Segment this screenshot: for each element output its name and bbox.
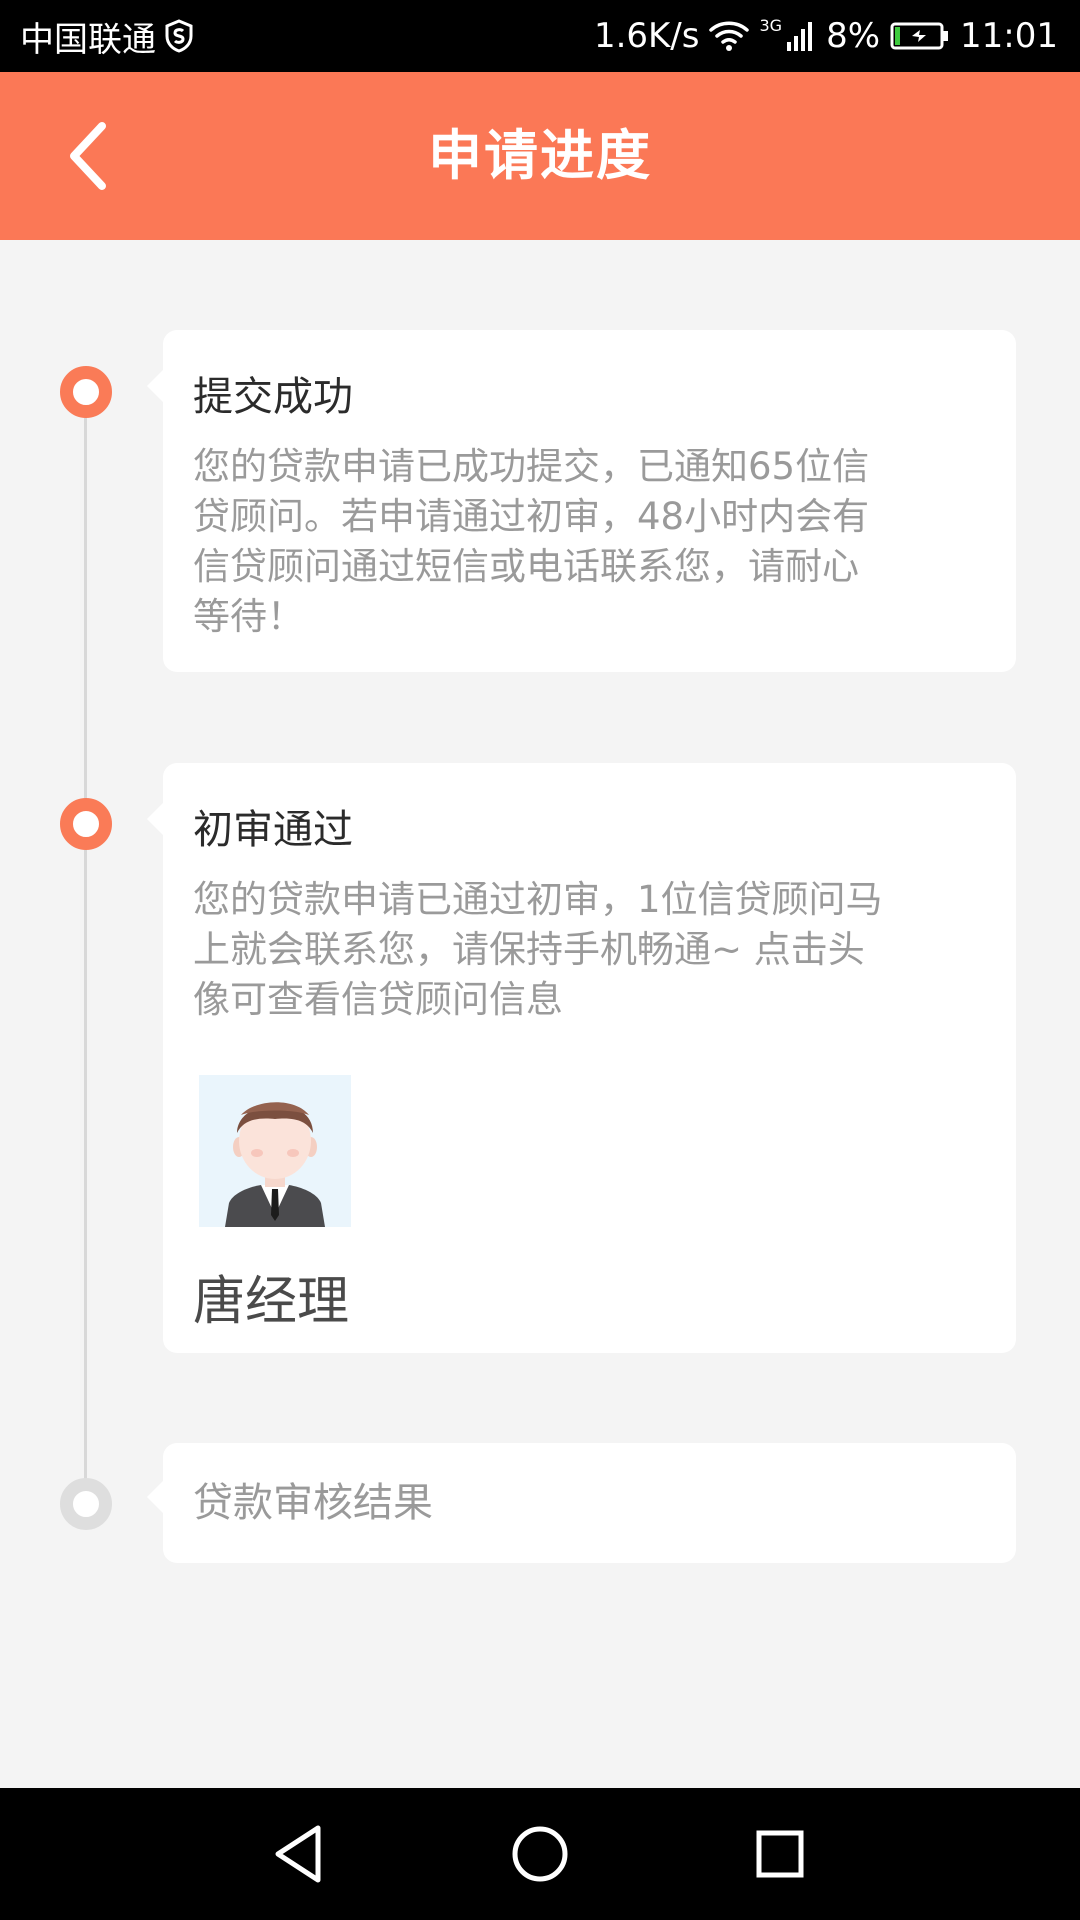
battery-charging-icon xyxy=(890,22,949,50)
shield-s-icon xyxy=(165,19,193,53)
advisor-avatar[interactable] xyxy=(199,1075,351,1227)
circle-home-icon xyxy=(512,1826,568,1882)
step-description-line: 等待！ xyxy=(193,595,304,638)
carrier-name: 中国联通 xyxy=(20,19,156,60)
step-marker-submitted xyxy=(60,366,112,418)
app-header: 申请进度 xyxy=(0,72,1080,240)
step-description: 您的贷款申请已通过初审，1位信贷顾问马 上就会联系您，请保持手机畅通~ 点击头 … xyxy=(193,875,983,1025)
system-nav-bar xyxy=(0,1788,1080,1920)
clock: 11:01 xyxy=(960,16,1058,56)
advisor-name[interactable]: 唐经理 xyxy=(193,1259,349,1334)
step-description-line: 您的贷款申请已成功提交，已通知65位信 xyxy=(193,445,870,488)
square-recents-icon xyxy=(756,1830,804,1878)
status-right: 1.6K/s 3G 8% 11:01 xyxy=(594,0,1058,72)
step-description-line: 您的贷款申请已通过初审，1位信贷顾问马 xyxy=(193,878,883,921)
step-description-line: 信贷顾问通过短信或电话联系您，请耐心 xyxy=(193,545,859,588)
battery-percent: 8% xyxy=(826,16,881,56)
step-description-line: 贷顾问。若申请通过初审，48小时内会有 xyxy=(193,495,870,538)
status-left: 中国联通 xyxy=(20,0,194,72)
chevron-left-icon xyxy=(70,122,106,190)
nav-recents-button[interactable] xyxy=(744,1818,816,1890)
net-speed: 1.6K/s xyxy=(593,16,700,56)
network-type: 3G xyxy=(759,16,783,35)
advisor-avatar-icon xyxy=(199,1075,351,1227)
step-card-result-pending: 贷款审核结果 xyxy=(147,1443,1016,1563)
step-description-line: 像可查看信贷顾问信息 xyxy=(193,978,563,1021)
step-card-review-passed: 初审通过 您的贷款申请已通过初审，1位信贷顾问马 上就会联系您，请保持手机畅通~… xyxy=(147,763,1016,1353)
signal-icon xyxy=(787,22,813,51)
timeline-line xyxy=(84,392,87,1504)
status-bar: 中国联通 1.6K/s 3G 8% 11:01 xyxy=(0,0,1080,72)
page-title: 申请进度 xyxy=(428,124,652,187)
triangle-back-icon xyxy=(275,1825,321,1883)
nav-back-button[interactable] xyxy=(264,1818,336,1890)
step-description: 您的贷款申请已成功提交，已通知65位信 贷顾问。若申请通过初审，48小时内会有 … xyxy=(193,442,983,642)
step-card-submitted: 提交成功 您的贷款申请已成功提交，已通知65位信 贷顾问。若申请通过初审，48小… xyxy=(147,330,1016,672)
step-marker-review-passed xyxy=(60,798,112,850)
wifi-icon xyxy=(709,21,750,51)
step-description-line: 上就会联系您，请保持手机畅通~ 点击头 xyxy=(193,928,865,971)
step-title: 提交成功 xyxy=(193,374,353,420)
nav-home-button[interactable] xyxy=(504,1818,576,1890)
step-title: 贷款审核结果 xyxy=(193,1480,433,1526)
step-title: 初审通过 xyxy=(193,807,353,853)
step-marker-result-pending xyxy=(60,1478,112,1530)
back-button[interactable] xyxy=(56,116,136,196)
